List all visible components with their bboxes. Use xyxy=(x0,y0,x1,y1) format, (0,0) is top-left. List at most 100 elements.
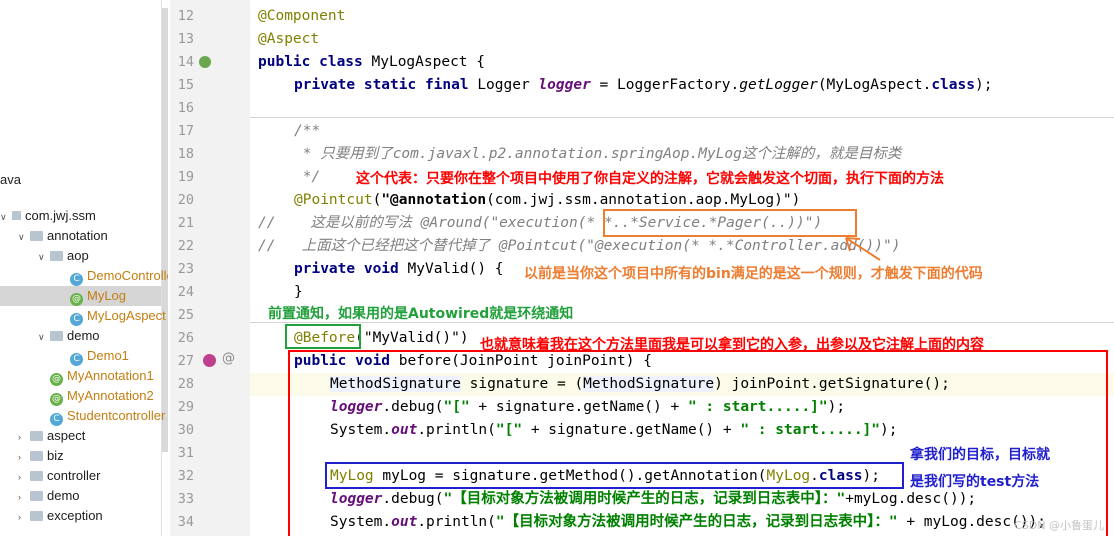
chevron-down-icon[interactable]: ∨ xyxy=(38,247,50,267)
code-line-24: } xyxy=(294,281,303,304)
orange-highlight-box xyxy=(603,209,857,237)
tree-item-demo[interactable]: ∨ demo xyxy=(0,326,161,346)
chevron-down-icon[interactable]: ∨ xyxy=(18,227,30,247)
code-token: private void xyxy=(294,261,408,277)
chevron-right-icon[interactable]: › xyxy=(18,487,30,507)
tree-item-label: MyLog xyxy=(87,288,127,303)
tree-item-exception[interactable]: › exception xyxy=(0,506,161,526)
package-folder-icon xyxy=(30,431,43,441)
line-number: 22 xyxy=(177,238,194,254)
tree-item-controller[interactable]: › controller xyxy=(0,466,161,486)
code-token: (com.jwj.ssm.annotation.aop.MyLog)" xyxy=(486,192,792,208)
red-highlight-box xyxy=(288,350,1108,536)
code-token: } xyxy=(294,284,303,300)
line-number: 27 xyxy=(177,353,194,369)
package-folder-icon xyxy=(30,471,43,481)
code-token: * 只要用到了com.javaxl.p2.annotation.springAo… xyxy=(294,146,902,162)
code-token: (MyLogAspect. xyxy=(817,77,932,93)
code-token: ) xyxy=(791,192,801,208)
code-token: MyLogAspect { xyxy=(371,54,486,70)
tree-item-label: exception xyxy=(47,508,103,523)
line-number: 33 xyxy=(177,491,194,507)
class-icon: C xyxy=(50,413,63,426)
tree-item-aop[interactable]: ∨ aop xyxy=(0,246,161,266)
code-line-17: /** xyxy=(294,120,320,143)
code-token: ( xyxy=(372,192,382,208)
tree-item-studentcontroller[interactable]: C Studentcontroller xyxy=(0,406,165,426)
tree-item-label: Demo1 xyxy=(87,348,129,363)
code-line-12: @Component xyxy=(258,5,345,28)
tree-item-com-jwj-ssm[interactable]: ∨ com.jwj.ssm xyxy=(0,206,161,226)
annotation-gutter-icon[interactable]: @ xyxy=(222,351,235,366)
line-number: 13 xyxy=(177,31,194,47)
chevron-right-icon[interactable]: › xyxy=(18,427,30,447)
tree-item-mylogaspect[interactable]: C MyLogAspect xyxy=(0,306,166,326)
package-folder-icon xyxy=(30,231,43,241)
tree-item-label: MyAnnotation2 xyxy=(67,388,154,403)
code-token: MyValid() { xyxy=(407,261,504,277)
tree-item-label: Studentcontroller xyxy=(67,408,166,423)
tree-item-label: demo xyxy=(47,488,80,503)
code-token: = LoggerFactory. xyxy=(590,77,740,93)
spring-bean-icon[interactable] xyxy=(199,56,211,68)
tree-item-label: DemoController xyxy=(87,268,168,283)
code-token: /** xyxy=(294,123,321,139)
green-highlight-box xyxy=(285,324,361,349)
chevron-down-icon[interactable]: ∨ xyxy=(0,207,12,227)
tree-item-label: MyAnnotation1 xyxy=(67,368,154,383)
chevron-down-icon[interactable]: ∨ xyxy=(38,327,50,347)
annotation-green-before: 前置通知，如果用的是Autowired就是环绕通知 xyxy=(268,306,574,322)
tree-item-myannotation2[interactable]: @ MyAnnotation2 xyxy=(0,386,161,406)
blue-highlight-box xyxy=(325,462,904,489)
line-number: 15 xyxy=(177,77,194,93)
chevron-right-icon[interactable]: › xyxy=(18,467,30,487)
code-token: 上面这个已经把这个替代掉了 @Pointcut("@execution(* *.… xyxy=(275,238,901,254)
code-token: public class xyxy=(258,54,372,70)
line-number: 17 xyxy=(177,123,194,139)
code-token: // xyxy=(258,238,276,254)
tree-scrollbar[interactable] xyxy=(162,8,168,452)
tree-item-ava[interactable]: ava xyxy=(0,170,161,190)
code-token: logger xyxy=(538,77,591,93)
tree-item-annotation[interactable]: ∨ annotation xyxy=(0,226,161,246)
class-icon: C xyxy=(70,313,83,326)
code-line-23: private void MyValid() { xyxy=(294,258,504,281)
tree-item-label: com.jwj.ssm xyxy=(25,208,96,223)
tree-item-democontroller[interactable]: C DemoController xyxy=(0,266,168,286)
tree-item-label: biz xyxy=(47,448,64,463)
tree-item-label: aop xyxy=(67,248,89,263)
chevron-right-icon[interactable]: › xyxy=(18,447,30,467)
code-token: "MyValid()" xyxy=(363,330,460,346)
code-token: ) xyxy=(459,330,469,346)
code-token: ); xyxy=(974,77,993,93)
tree-item-mylog[interactable]: @ MyLog xyxy=(0,286,161,306)
code-token: private static final xyxy=(294,77,478,93)
code-token: */ xyxy=(294,169,321,185)
code-token: class xyxy=(931,77,975,93)
annotation-red-pointcut: 这个代表：只要你在整个项目中使用了你自定义的注解，它就会触发这个切面，执行下面的… xyxy=(356,171,944,187)
annotation-icon: @ xyxy=(50,393,63,406)
line-number: 14 xyxy=(177,54,194,70)
line-number: 19 xyxy=(177,169,194,185)
line-number: 28 xyxy=(177,376,194,392)
aspect-method-icon[interactable] xyxy=(203,354,216,367)
line-number: 23 xyxy=(177,261,194,277)
class-icon: C xyxy=(70,273,83,286)
tree-item-myannotation1[interactable]: @ MyAnnotation1 xyxy=(0,366,161,386)
annotation-icon: @ xyxy=(50,373,63,386)
tree-item-biz[interactable]: › biz xyxy=(0,446,161,466)
tree-item-aspect[interactable]: › aspect xyxy=(0,426,161,446)
tree-item-demo[interactable]: › demo xyxy=(0,486,161,506)
code-line-18: * 只要用到了com.javaxl.p2.annotation.springAo… xyxy=(294,143,902,166)
annotation-blue-target-1: 拿我们的目标，目标就 xyxy=(910,447,1050,463)
code-line-14: public class MyLogAspect { xyxy=(258,51,485,74)
tree-item-label: MyLogAspect xyxy=(87,308,166,323)
line-number: 18 xyxy=(177,146,194,162)
line-number: 26 xyxy=(177,330,194,346)
tree-item-label: ava xyxy=(0,172,21,187)
line-number: 12 xyxy=(177,8,194,24)
tree-item-demo1[interactable]: C Demo1 xyxy=(0,346,161,366)
code-token: @Aspect xyxy=(258,31,320,47)
chevron-right-icon[interactable]: › xyxy=(18,507,30,527)
line-number: 29 xyxy=(177,399,194,415)
